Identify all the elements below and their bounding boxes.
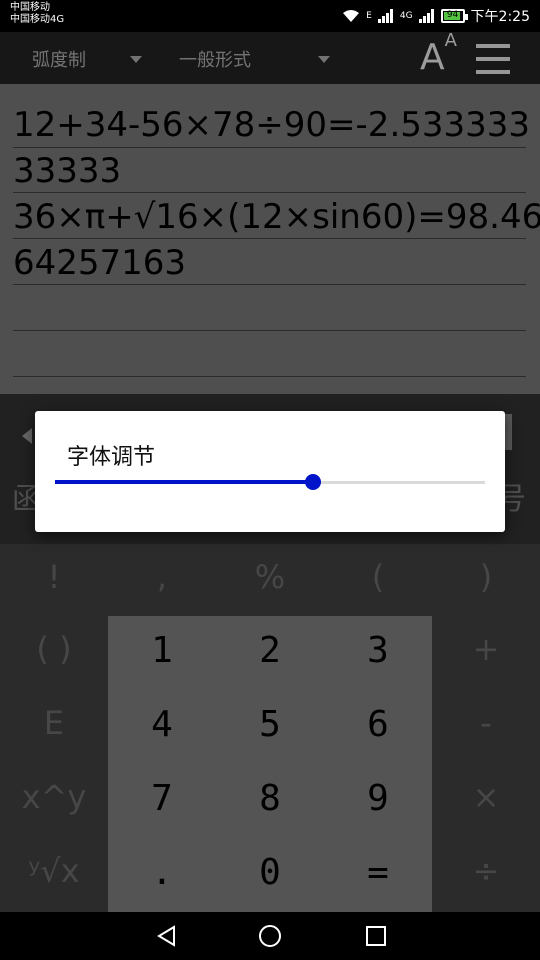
navigation-bar <box>0 912 540 960</box>
signal-icon-2 <box>418 9 435 23</box>
status-bar: 中国移动 中国移动4G E 4G 94 下午2:25 <box>0 0 540 32</box>
font-size-slider[interactable] <box>55 471 485 493</box>
clock: 下午2:25 <box>470 9 530 25</box>
back-icon[interactable] <box>156 925 176 947</box>
carrier-info: 中国移动 中国移动4G <box>10 2 64 26</box>
wifi-icon <box>343 10 360 22</box>
recent-apps-icon[interactable] <box>366 926 386 946</box>
dialog-title: 字体调节 <box>67 445 156 470</box>
battery-level: 94 <box>446 10 459 20</box>
carrier-secondary: 中国移动4G <box>10 14 65 25</box>
home-icon[interactable] <box>259 925 281 947</box>
slider-thumb[interactable] <box>305 474 321 490</box>
battery-icon: 94 <box>440 9 468 23</box>
network-type-e: E <box>366 11 372 21</box>
font-size-dialog: 字体调节 <box>35 411 505 532</box>
signal-icon <box>377 9 394 23</box>
slider-fill <box>55 480 313 484</box>
network-type-4g: 4G <box>399 11 413 21</box>
status-icons: E 4G 94 下午2:25 <box>342 6 530 26</box>
carrier-primary: 中国移动 <box>10 2 50 13</box>
